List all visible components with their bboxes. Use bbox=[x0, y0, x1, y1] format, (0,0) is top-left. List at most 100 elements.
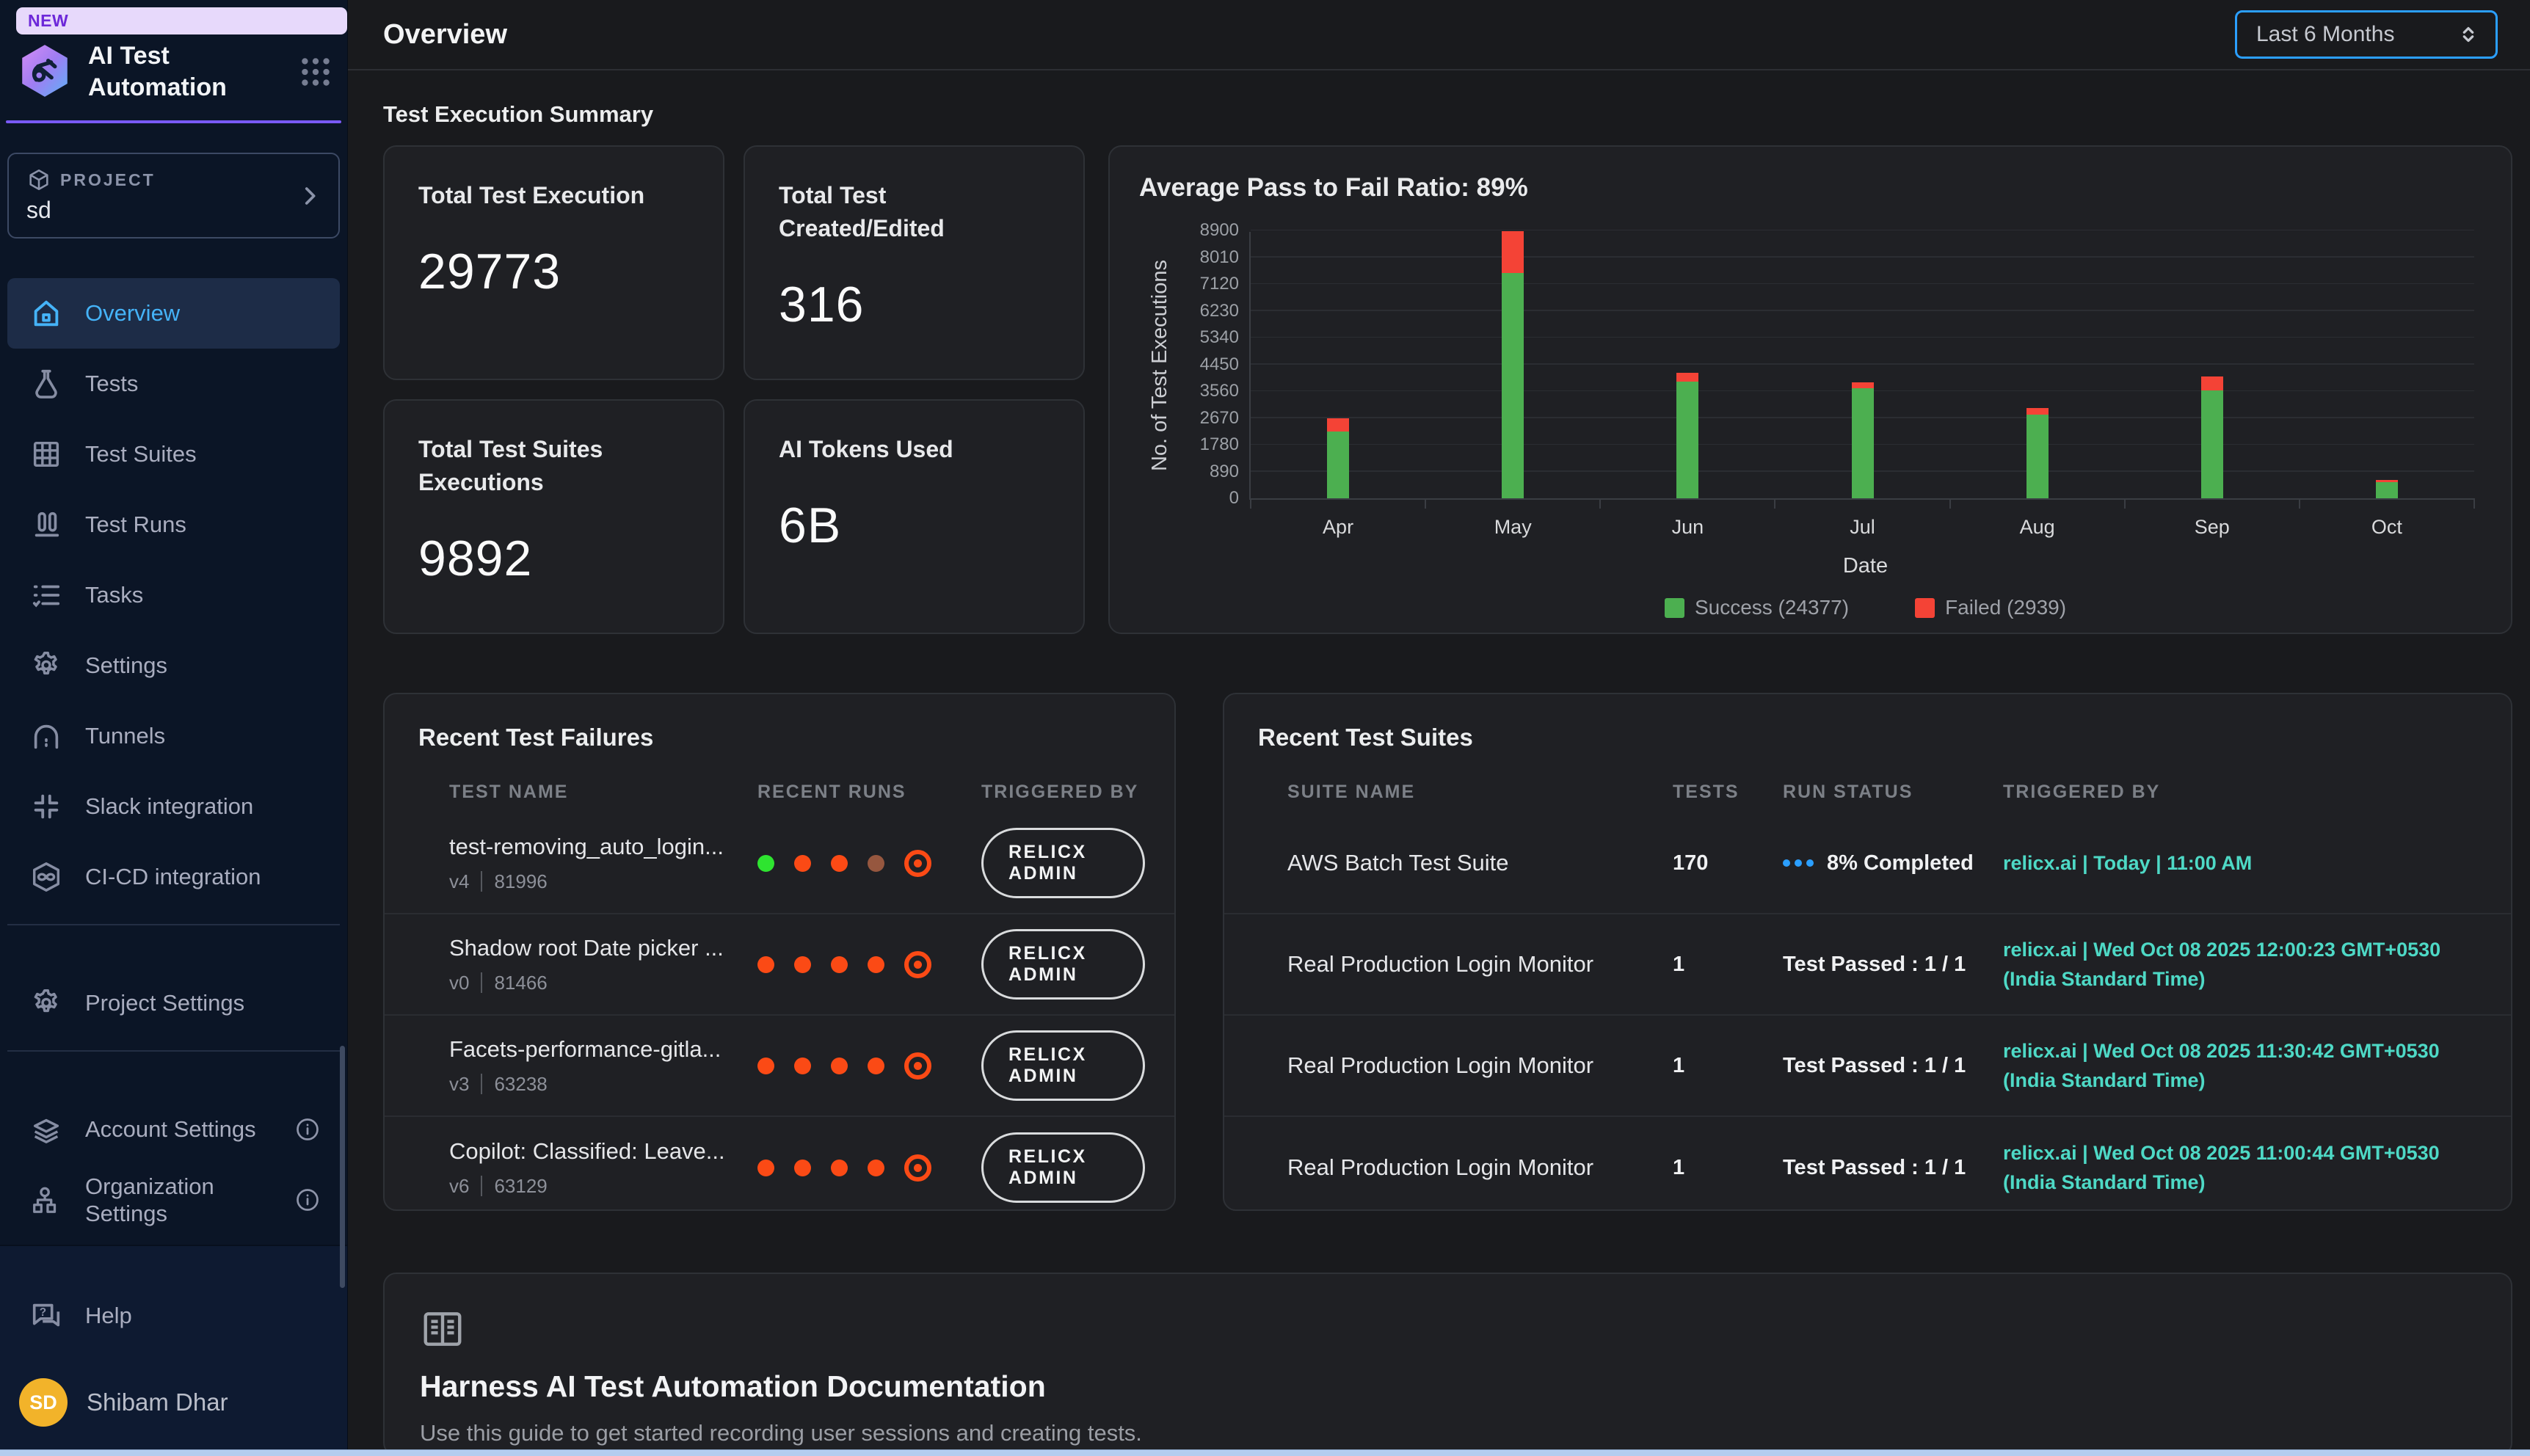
table-row[interactable]: Real Production Login Monitor1Test Passe… bbox=[1224, 1016, 2511, 1117]
stat-card: Total Test Created/Edited316 bbox=[744, 145, 1085, 380]
run-dot-orange[interactable] bbox=[794, 1160, 811, 1176]
info-icon[interactable] bbox=[294, 1116, 321, 1143]
y-tick-label: 6230 bbox=[1200, 301, 1239, 321]
stats-grid: Total Test Execution29773Total Test Crea… bbox=[383, 145, 1085, 634]
run-dot-orange[interactable] bbox=[868, 1058, 884, 1074]
sidebar-item-overview[interactable]: Overview bbox=[7, 278, 340, 349]
chevron-right-icon bbox=[297, 183, 322, 208]
sidebar-item-label: Project Settings bbox=[85, 989, 244, 1016]
run-dot-orange[interactable] bbox=[757, 956, 774, 973]
sidebar-divider bbox=[7, 1050, 340, 1052]
x-tick-mark bbox=[2124, 498, 2126, 509]
test-suites-icon bbox=[29, 437, 63, 471]
app-launcher-icon[interactable] bbox=[297, 54, 334, 90]
x-tick-label: Jul bbox=[1850, 516, 1875, 539]
run-dot-current[interactable] bbox=[904, 1052, 931, 1080]
table-row[interactable]: Real Production Login Monitor1Test Passe… bbox=[1224, 1117, 2511, 1211]
stat-card: AI Tokens Used6B bbox=[744, 399, 1085, 634]
info-icon[interactable] bbox=[294, 1187, 321, 1213]
help-chat-icon: ? bbox=[29, 1299, 63, 1333]
triggered-by-badge[interactable]: RELICX ADMIN bbox=[981, 1132, 1145, 1203]
sidebar-item-label: CI-CD integration bbox=[85, 863, 261, 890]
organization-settings-icon bbox=[29, 1183, 63, 1217]
sidebar-item-test-runs[interactable]: Test Runs bbox=[7, 489, 340, 560]
x-tick-label: May bbox=[1494, 516, 1532, 539]
status-text: Test Passed : 1 / 1 bbox=[1783, 953, 1966, 977]
sidebar-item-slack-integration[interactable]: Slack integration bbox=[7, 771, 340, 842]
documentation-icon bbox=[420, 1306, 465, 1352]
table-row[interactable]: Real Production Login Monitor1Test Passe… bbox=[1224, 914, 2511, 1016]
sidebar-item-tunnels[interactable]: Tunnels bbox=[7, 701, 340, 771]
sidebar-item-tests[interactable]: Tests bbox=[7, 349, 340, 419]
run-dot-orange[interactable] bbox=[831, 1058, 848, 1074]
x-tick-label: Jun bbox=[1672, 516, 1704, 539]
cube-icon bbox=[26, 167, 51, 192]
sidebar-item-organization-settings[interactable]: Organization Settings bbox=[7, 1165, 340, 1235]
run-dot-orange[interactable] bbox=[794, 1058, 811, 1074]
suite-run-status: Test Passed : 1 / 1 bbox=[1783, 1156, 2003, 1180]
project-name: sd bbox=[26, 197, 321, 224]
run-dot-current[interactable] bbox=[904, 850, 931, 877]
user-menu[interactable]: SD Shibam Dhar bbox=[0, 1378, 347, 1427]
sidebar-scrollbar[interactable] bbox=[340, 1046, 345, 1288]
run-dot-orange[interactable] bbox=[794, 956, 811, 973]
triggered-by-cell: RELICX ADMIN bbox=[981, 828, 1145, 898]
run-dot-current[interactable] bbox=[904, 1154, 931, 1182]
run-dot-orange[interactable] bbox=[757, 1058, 774, 1074]
sidebar-item-project-settings[interactable]: Project Settings bbox=[7, 968, 340, 1038]
triggered-by-badge[interactable]: RELICX ADMIN bbox=[981, 929, 1145, 1000]
suites-title: Recent Test Suites bbox=[1224, 724, 2511, 751]
run-dot-orange[interactable] bbox=[757, 1160, 774, 1176]
user-name: Shibam Dhar bbox=[87, 1388, 228, 1416]
suite-tests-count: 1 bbox=[1673, 1054, 1783, 1078]
sidebar-item-account-settings[interactable]: Account Settings bbox=[7, 1094, 340, 1165]
run-dot-green[interactable] bbox=[757, 855, 774, 872]
run-dot-orange[interactable] bbox=[868, 956, 884, 973]
test-run-id: 81466 bbox=[494, 972, 547, 994]
column-header: Tests bbox=[1673, 782, 1783, 803]
run-dot-orange[interactable] bbox=[831, 1160, 848, 1176]
date-range-value: Last 6 Months bbox=[2256, 22, 2394, 47]
chart-gridline bbox=[1251, 337, 2474, 338]
run-dot-orange[interactable] bbox=[868, 1160, 884, 1176]
project-selector[interactable]: PROJECT sd bbox=[7, 153, 340, 239]
table-row[interactable]: Facets-performance-gitla...v363238 RELICX… bbox=[385, 1016, 1174, 1117]
table-row[interactable]: test-removing_auto_login...v481996RELICX… bbox=[385, 813, 1174, 914]
triggered-by-badge[interactable]: RELICX ADMIN bbox=[981, 1030, 1145, 1101]
y-tick-label: 4450 bbox=[1200, 354, 1239, 375]
column-header: Triggered By bbox=[2003, 782, 2482, 803]
sidebar-item-ci-cd-integration[interactable]: CI-CD integration bbox=[7, 842, 340, 912]
bar-aug bbox=[2026, 408, 2049, 498]
bar-segment bbox=[1676, 373, 1698, 381]
sidebar-item-tasks[interactable]: Tasks bbox=[7, 560, 340, 630]
sidebar-item-help[interactable]: ? Help bbox=[7, 1283, 340, 1349]
run-dot-brown[interactable] bbox=[868, 855, 884, 872]
chevron-up-down-icon bbox=[2456, 22, 2481, 47]
run-dot-orange[interactable] bbox=[831, 855, 848, 872]
test-version: v4 bbox=[449, 870, 469, 893]
table-row[interactable]: Copilot: Classified: Leave...v663129RELI… bbox=[385, 1117, 1174, 1211]
test-name-cell: Facets-performance-gitla...v363238 bbox=[449, 1036, 757, 1096]
run-dot-current[interactable] bbox=[904, 951, 931, 978]
table-row[interactable]: Shadow root Date picker ...v081466RELICX… bbox=[385, 914, 1174, 1016]
legend-swatch bbox=[1665, 598, 1684, 618]
test-name: Facets-performance-gitla... bbox=[449, 1036, 757, 1063]
separator bbox=[481, 1074, 482, 1094]
sidebar-item-label: Test Suites bbox=[85, 440, 197, 467]
suites-header: Suite NameTestsRun StatusTriggered By bbox=[1224, 771, 2511, 813]
bar-segment bbox=[2201, 376, 2223, 390]
run-dot-orange[interactable] bbox=[794, 855, 811, 872]
horizontal-scrollbar[interactable] bbox=[0, 1449, 2530, 1456]
table-row[interactable]: AWS Batch Test Suite1708% Completedrelic… bbox=[1224, 813, 2511, 914]
run-dot-orange[interactable] bbox=[831, 956, 848, 973]
recent-test-failures-card: Recent Test Failures Test NameRecent Run… bbox=[383, 693, 1176, 1211]
date-range-select[interactable]: Last 6 Months bbox=[2235, 10, 2498, 59]
triggered-by-badge[interactable]: RELICX ADMIN bbox=[981, 828, 1145, 898]
sidebar-item-test-suites[interactable]: Test Suites bbox=[7, 419, 340, 489]
y-tick-label: 1780 bbox=[1200, 434, 1239, 455]
tests-icon bbox=[29, 367, 63, 401]
bar-jul bbox=[1852, 382, 1874, 498]
sidebar-item-settings[interactable]: Settings bbox=[7, 630, 340, 701]
main-header: Overview Last 6 Months bbox=[348, 0, 2530, 70]
x-tick-mark bbox=[2299, 498, 2300, 509]
